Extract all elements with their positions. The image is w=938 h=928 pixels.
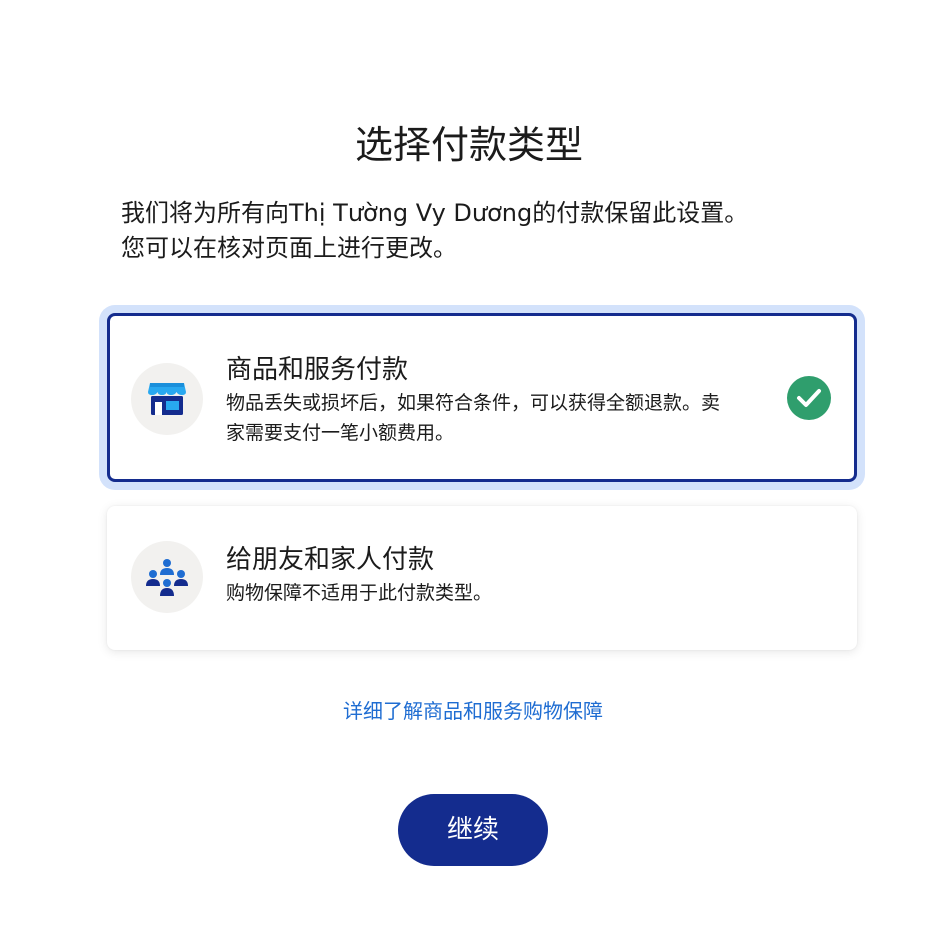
page-title: 选择付款类型 — [354, 123, 583, 168]
checkmark-icon — [787, 376, 831, 420]
option-friends-and-family[interactable]: 给朋友和家人付款 购物保障不适用于此付款类型。 — [107, 506, 857, 650]
continue-button[interactable]: 继续 — [398, 794, 548, 866]
option-title: 给朋友和家人付款 — [226, 545, 435, 575]
option-subtitle: 物品丢失或损坏后，如果符合条件，可以获得全额退款。卖家需要支付一笔小额费用。 — [226, 392, 721, 444]
description-line-1: 我们将为所有向Thị Tường Vy Dương的付款保留此设置。 — [121, 199, 749, 227]
learn-more-link[interactable]: 详细了解商品和服务购物保障 — [0, 696, 938, 726]
option-goods-and-services[interactable]: 商品和服务付款 物品丢失或损坏后，如果符合条件，可以获得全额退款。卖家需要支付一… — [107, 313, 857, 482]
storefront-icon — [131, 363, 203, 435]
description-line-2: 您可以在核对页面上进行更改。 — [121, 234, 457, 262]
option-subtitle: 购物保障不适用于此付款类型。 — [226, 582, 493, 604]
page-description: 我们将为所有向Thị Tường Vy Dương的付款保留此设置。 您可以在核… — [121, 196, 841, 266]
people-group-icon — [131, 541, 203, 613]
option-title: 商品和服务付款 — [226, 355, 409, 385]
